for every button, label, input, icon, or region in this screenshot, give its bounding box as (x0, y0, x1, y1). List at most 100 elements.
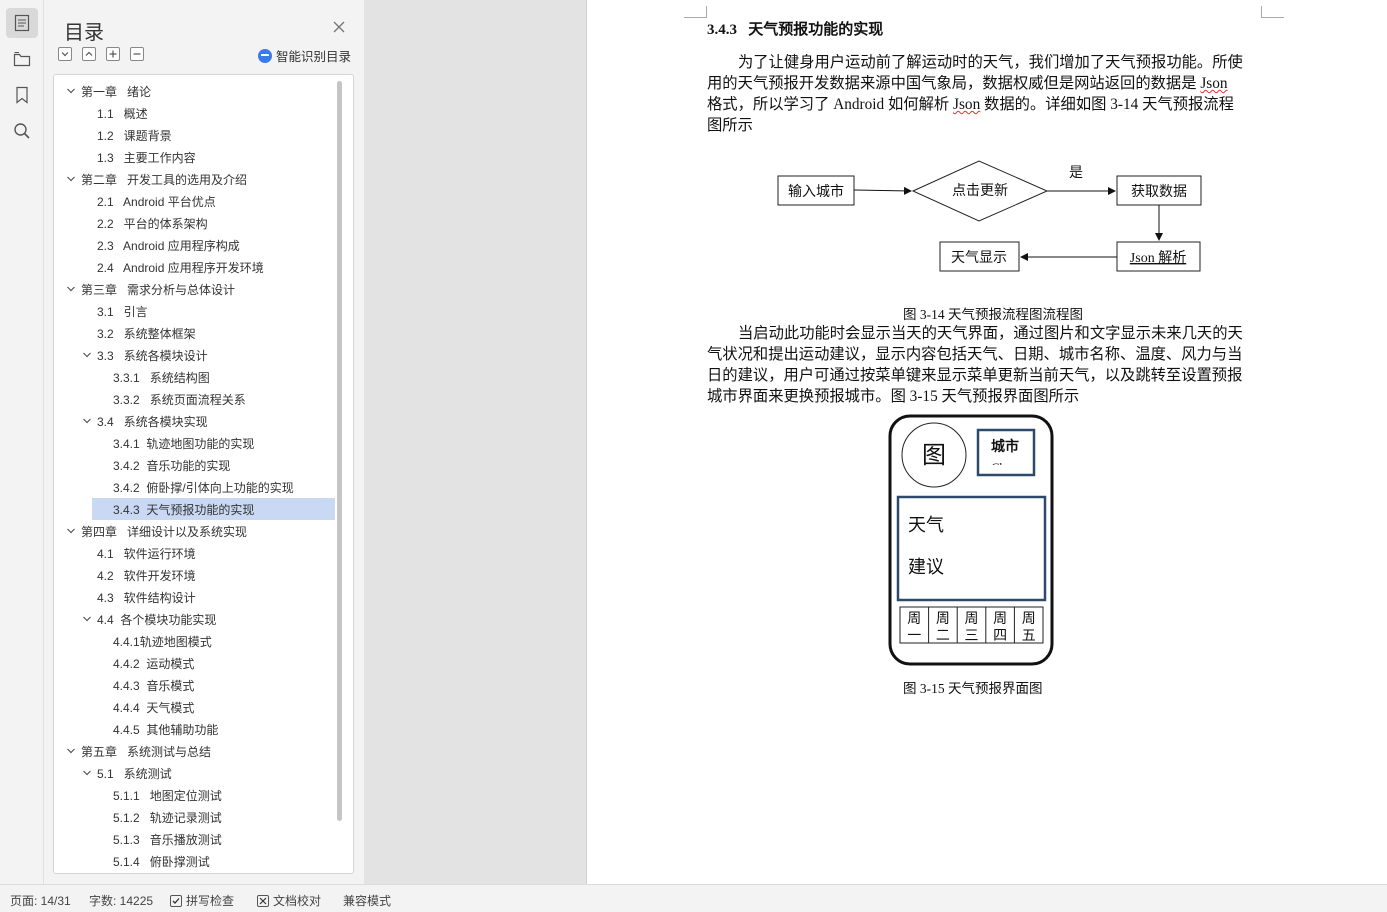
figure-caption-3-15: 图 3-15 天气预报界面图 (903, 681, 1043, 696)
toc-item[interactable]: 4.1 软件运行环境 (54, 542, 334, 564)
mockup-day-label: 五 (1022, 629, 1036, 644)
side-rail (0, 0, 44, 884)
figure-caption-3-14: 图 3-14 天气预报流程图流程图 (903, 307, 1083, 322)
chevron-down-icon[interactable] (66, 174, 76, 184)
close-icon[interactable] (332, 20, 346, 34)
spell-check-icon (170, 894, 182, 907)
toc-item[interactable]: 4.4.3 音乐模式 (54, 674, 334, 696)
toc-item-label: 1.2 课题背景 (97, 128, 172, 143)
mockup-day-label: 二 (936, 629, 950, 644)
toc-item[interactable]: 4.3 软件结构设计 (54, 586, 334, 608)
chevron-down-icon[interactable] (66, 526, 76, 536)
toc-item[interactable]: 4.2 软件开发环境 (54, 564, 334, 586)
text-line: 日的建议，用户可通过按菜单键来显示菜单更新当前天气，以及跳转至设置预报 (707, 367, 1243, 384)
flow-label-input-city: 输入城市 (788, 183, 844, 200)
doc-proof-button[interactable]: 文档校对 (257, 892, 321, 909)
chevron-down-icon[interactable] (82, 768, 92, 778)
toc-item-label: 4.4 各个模块功能实现 (97, 612, 217, 627)
toc-item[interactable]: 3.4.1 轨迹地图功能的实现 (54, 432, 334, 454)
toc-item[interactable]: 4.4.2 运动模式 (54, 652, 334, 674)
page-indicator[interactable]: 页面: 14/31 (10, 892, 71, 909)
toc-item-label: 5.1.2 轨迹记录测试 (113, 810, 222, 825)
toc-item[interactable]: 1.1 概述 (54, 102, 334, 124)
toc-item-label: 3.4.2 俯卧撑/引体向上功能的实现 (113, 480, 294, 495)
toc-item[interactable]: 3.3 系统各模块设计 (54, 344, 334, 366)
expand-all-button[interactable] (82, 47, 96, 61)
chevron-down-icon[interactable] (82, 416, 92, 426)
toc-item[interactable]: 4.4.1轨迹地图模式 (54, 630, 334, 652)
mockup-day-label: 一 (907, 629, 921, 644)
search-icon[interactable] (6, 116, 38, 146)
chevron-down-icon[interactable] (82, 350, 92, 360)
toc-scrollbar[interactable] (337, 81, 342, 821)
toc-item[interactable]: 第四章 详细设计以及系统实现 (54, 520, 334, 542)
mockup-day-label: 周 (993, 612, 1007, 627)
toc-item[interactable]: 3.4.2 俯卧撑/引体向上功能的实现 (54, 476, 334, 498)
mockup-day-label: 周 (907, 612, 921, 627)
smart-toc-icon (258, 48, 272, 63)
chapter-nav-icon[interactable] (6, 44, 38, 74)
spelling-flag: Json (1200, 75, 1228, 92)
document-page: 3.4.3 天气预报功能的实现 为了让健身用户运动前了解运动时的天气，我们增加了… (586, 0, 1387, 884)
toc-item[interactable]: 3.1 引言 (54, 300, 334, 322)
toc-item[interactable]: 2.1 Android 平台优点 (54, 190, 334, 212)
chevron-down-icon[interactable] (82, 614, 92, 624)
toc-item-label: 4.3 软件结构设计 (97, 590, 196, 605)
collapse-all-button[interactable] (58, 47, 72, 61)
toc-item[interactable]: 3.4 系统各模块实现 (54, 410, 334, 432)
toc-item-label: 1.3 主要工作内容 (97, 150, 196, 165)
toc-item-label: 2.3 Android 应用程序构成 (97, 238, 240, 253)
toc-item[interactable]: 5.1.1 地图定位测试 (54, 784, 334, 806)
toc-item-label: 3.2 系统整体框架 (97, 326, 196, 341)
smart-toc-button[interactable]: 智能识别目录 (258, 46, 351, 65)
toc-item[interactable]: 5.1.4 俯卧撑测试 (54, 850, 334, 872)
remove-heading-button[interactable] (130, 47, 144, 61)
mockup-day-label: 三 (965, 629, 979, 644)
toc-item-label: 1.1 概述 (97, 106, 148, 121)
toc-item[interactable]: 3.3.1 系统结构图 (54, 366, 334, 388)
toc-item-label: 4.4.2 运动模式 (113, 656, 195, 671)
toc-item[interactable]: 1.3 主要工作内容 (54, 146, 334, 168)
chevron-down-icon[interactable] (66, 284, 76, 294)
toc-item[interactable]: 3.3.2 系统页面流程关系 (54, 388, 334, 410)
toc-item[interactable]: 5.1.2 轨迹记录测试 (54, 806, 334, 828)
crop-mark (1262, 6, 1284, 18)
toc-item[interactable]: 2.3 Android 应用程序构成 (54, 234, 334, 256)
toc-item[interactable]: 4.4.5 其他辅助功能 (54, 718, 334, 740)
toc-item[interactable]: 1.2 课题背景 (54, 124, 334, 146)
toc-item[interactable]: 5.1.3 音乐播放测试 (54, 828, 334, 850)
toc-item[interactable]: 2.4 Android 应用程序开发环境 (54, 256, 334, 278)
toc-item[interactable]: 3.4.2 音乐功能的实现 (54, 454, 334, 476)
toc-item[interactable]: 2.2 平台的体系架构 (54, 212, 334, 234)
paragraph-description: 当启动此功能时会显示当天的天气界面，通过图片和文字显示未来几天的天 气状况和提出… (707, 323, 1263, 407)
toc-item[interactable]: 第五章 系统测试与总结 (54, 740, 334, 762)
weather-flowchart: 输入城市 点击更新 是 获取数据 Json 解析 天气显示 (777, 160, 1202, 272)
toc-item-label: 5.1.4 俯卧撑测试 (113, 854, 210, 869)
toc-item[interactable]: 4.4.4 天气模式 (54, 696, 334, 718)
toc-item[interactable]: 5.1 系统测试 (54, 762, 334, 784)
crop-mark (684, 6, 706, 18)
flow-label-yes: 是 (1069, 166, 1083, 181)
toc-item-label: 2.1 Android 平台优点 (97, 194, 216, 209)
toc-item[interactable]: 3.2 系统整体框架 (54, 322, 334, 344)
mockup-day-label: 周 (936, 612, 950, 627)
spell-check-button[interactable]: 拼写检查 (170, 892, 234, 909)
toc-item[interactable]: 第一章 绪论 (54, 80, 334, 102)
add-heading-button[interactable] (106, 47, 120, 61)
mockup-advice-label: 建议 (908, 557, 944, 577)
word-count[interactable]: 字数: 14225 (89, 892, 153, 909)
section-heading: 3.4.3 天气预报功能的实现 (707, 22, 884, 38)
toc-icon[interactable] (6, 8, 38, 38)
toc-item[interactable]: 4.4 各个模块功能实现 (54, 608, 334, 630)
toc-item[interactable]: 第三章 需求分析与总体设计 (54, 278, 334, 300)
text-line: 气状况和提出运动建议，显示内容包括天气、日期、城市名称、温度、风力与当 (707, 346, 1243, 363)
chevron-down-icon[interactable] (66, 746, 76, 756)
toc-item[interactable]: 第二章 开发工具的选用及介绍 (54, 168, 334, 190)
status-bar: 页面: 14/31 字数: 14225 拼写检查 文档校对 兼容模式 (0, 884, 1387, 912)
toc-item-label: 4.1 软件运行环境 (97, 546, 196, 561)
chevron-down-icon[interactable] (66, 86, 76, 96)
bookmark-icon[interactable] (6, 80, 38, 110)
toc-item-label: 第一章 绪论 (81, 84, 152, 99)
toc-item[interactable]: 3.4.3 天气预报功能的实现 (92, 498, 335, 520)
flow-label-update: 点击更新 (952, 183, 1008, 199)
